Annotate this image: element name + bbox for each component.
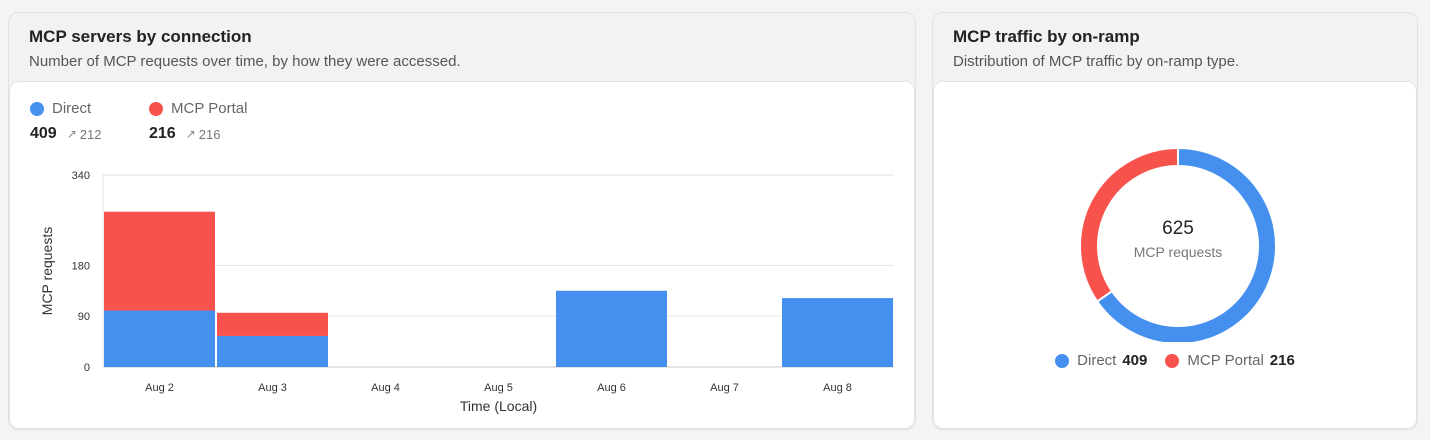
donut-total: 625 (1162, 218, 1194, 239)
donut-chart: 625 MCP requests (1079, 146, 1277, 342)
bar-direct[interactable] (782, 298, 893, 367)
x-tick-label: Aug 7 (710, 382, 739, 394)
direct-dot-icon (1055, 353, 1070, 368)
x-tick-label: Aug 3 (258, 382, 287, 394)
legend-value: 216 (1269, 352, 1295, 369)
card-subtitle: Number of MCP requests over time, by how… (29, 53, 461, 70)
mcp-onramp-card: MCP traffic by on-ramp Distribution of M… (932, 12, 1418, 430)
bars (104, 211, 893, 367)
x-tick-labels: Aug 2 Aug 3 Aug 4 Aug 5 Aug 6 Aug 7 Aug 8 (145, 382, 852, 394)
donut-center-label: MCP requests (1134, 244, 1222, 260)
donut-legend: Direct 409 MCP Portal 216 (934, 352, 1416, 369)
x-tick-label: Aug 4 (371, 382, 400, 394)
donut-legend-direct[interactable]: Direct 409 (1055, 352, 1147, 369)
x-tick-label: Aug 6 (597, 382, 626, 394)
legend-label: MCP Portal (1187, 352, 1264, 369)
donut-panel: 625 MCP requests Direct 409 MCP Portal 2… (933, 81, 1417, 429)
x-axis-title: Time (Local) (460, 398, 537, 414)
card-subtitle: Distribution of MCP traffic by on-ramp t… (953, 53, 1240, 70)
x-tick-label: Aug 8 (823, 382, 852, 394)
bar-direct[interactable] (104, 310, 215, 367)
y-tick-label: 340 (72, 170, 90, 182)
y-axis-title: MCP requests (39, 227, 55, 315)
x-tick-label: Aug 2 (145, 382, 174, 394)
y-tick-label: 90 (78, 311, 90, 323)
legend-label: Direct (1077, 352, 1117, 369)
donut-legend-portal[interactable]: MCP Portal 216 (1165, 352, 1295, 369)
portal-dot-icon (1165, 353, 1180, 368)
card-title: MCP traffic by on-ramp (953, 27, 1140, 46)
chart-panel: Direct 409 ↗ 212 MCP Portal 216 ↗ 216 0 … (9, 81, 915, 429)
bar-direct[interactable] (217, 335, 328, 367)
legend-value: 409 (1122, 352, 1148, 369)
bar-mcp-portal[interactable] (104, 211, 215, 311)
bar-direct[interactable] (556, 290, 667, 367)
y-tick-labels: 0 90 180 340 (72, 170, 90, 374)
bar-chart: 0 90 180 340 Aug 2 Aug 3 Aug 4 Aug 5 Aug 6 Aug 7… (39, 170, 894, 414)
x-tick-label: Aug 5 (484, 382, 513, 394)
card-title: MCP servers by connection (29, 27, 252, 46)
mcp-connection-card: MCP servers by connection Number of MCP … (8, 12, 916, 430)
y-tick-label: 180 (72, 260, 90, 272)
y-tick-label: 0 (84, 362, 90, 374)
bar-mcp-portal[interactable] (217, 312, 328, 336)
